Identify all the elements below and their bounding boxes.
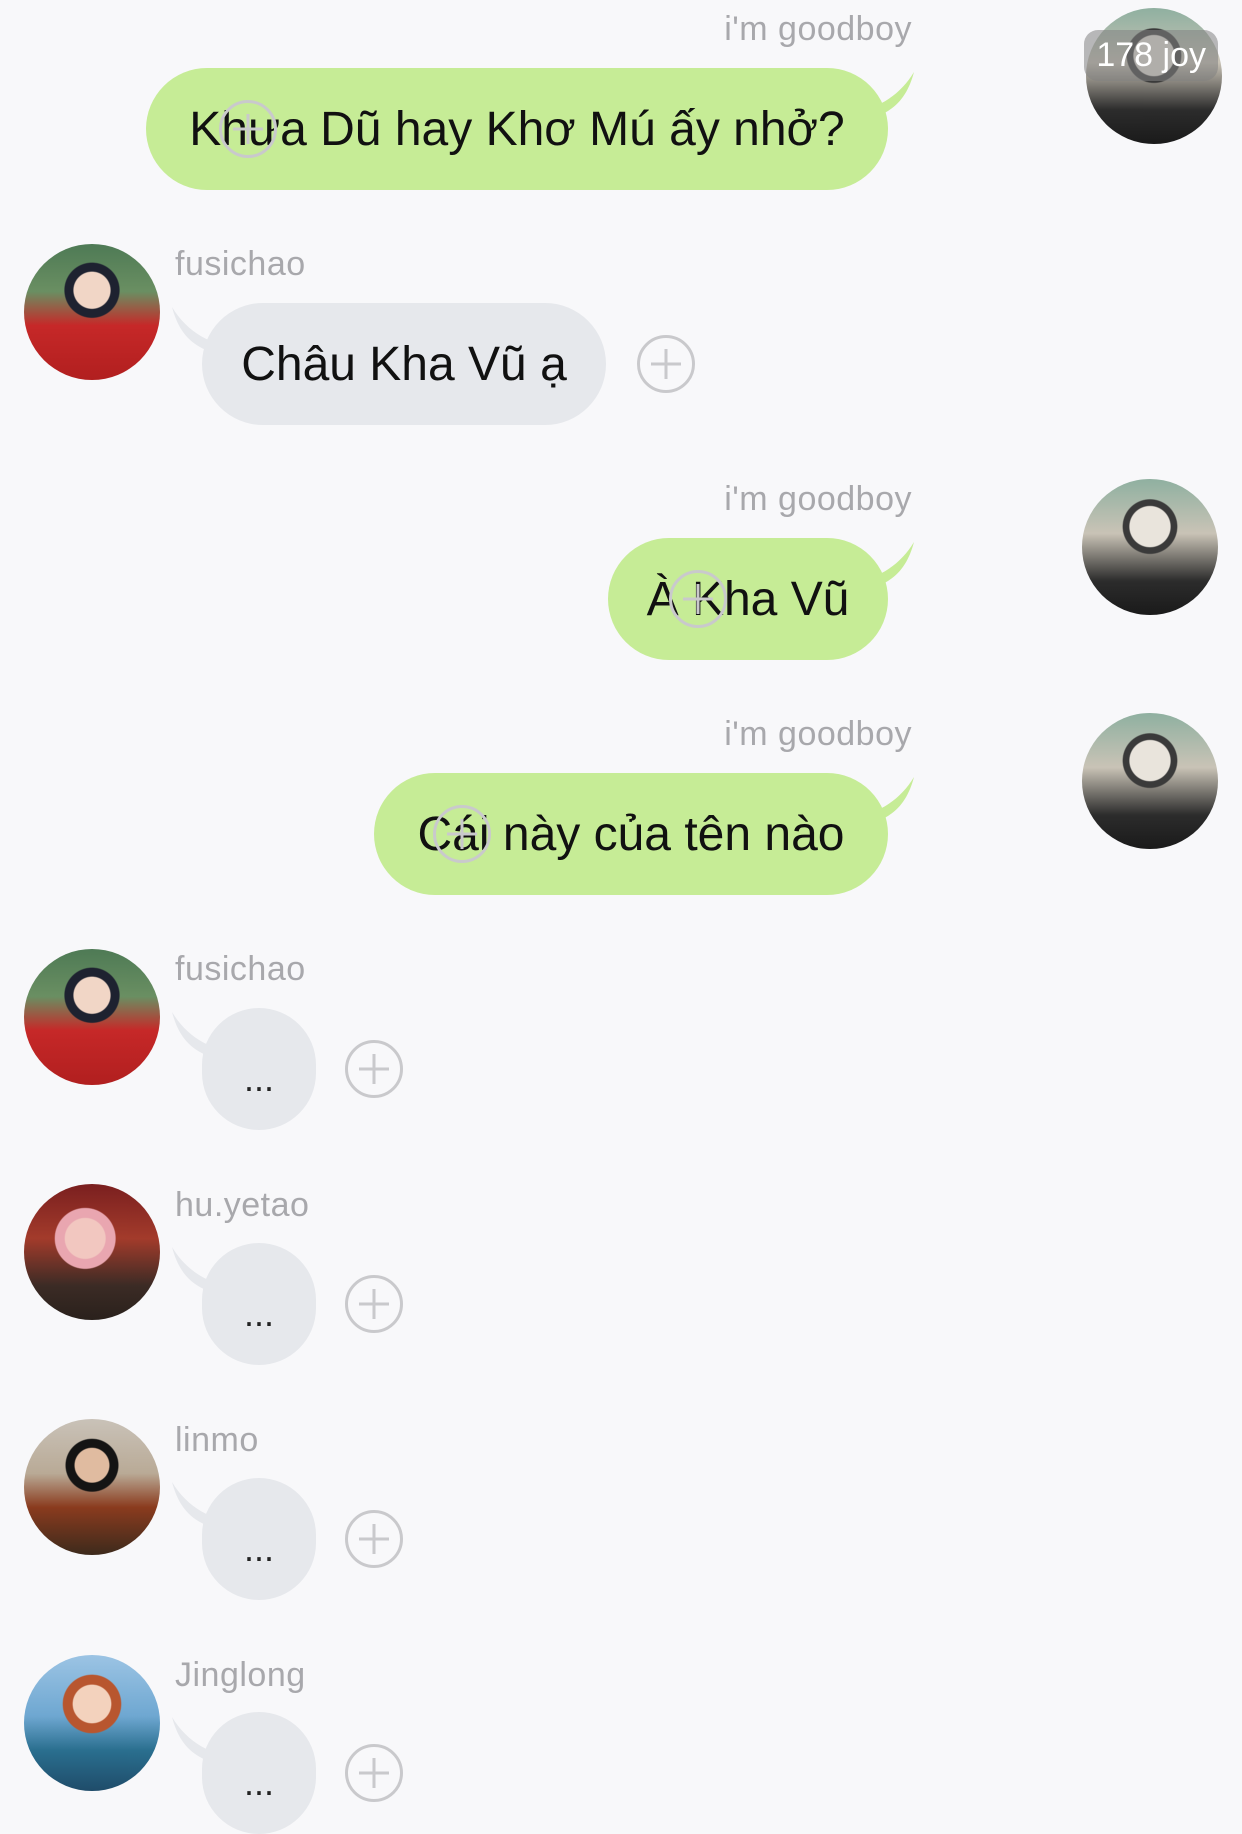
typing-indicator: ... (202, 1243, 316, 1365)
avatar[interactable] (1082, 713, 1218, 849)
sender-name: linmo (175, 1421, 259, 1459)
avatar[interactable] (1082, 479, 1218, 615)
sender-name: fusichao (175, 245, 306, 283)
avatar[interactable] (24, 949, 160, 1085)
message-bubble[interactable]: Châu Kha Vũ ạ (202, 303, 606, 425)
typing-indicator: ... (202, 1478, 316, 1600)
avatar[interactable] (24, 1419, 160, 1555)
sender-name: fusichao (175, 950, 306, 988)
sender-name: Jinglong (175, 1656, 306, 1694)
sender-name: i'm goodboy (724, 10, 912, 48)
add-reaction-button[interactable] (345, 1510, 403, 1568)
add-reaction-button[interactable] (433, 805, 491, 863)
typing-indicator: ... (202, 1712, 316, 1834)
message-bubble[interactable]: À Kha Vũ (608, 538, 888, 660)
avatar[interactable] (24, 1655, 160, 1791)
add-reaction-button[interactable] (669, 570, 727, 628)
add-reaction-button[interactable] (219, 100, 277, 158)
sender-name: hu.yetao (175, 1186, 310, 1224)
add-reaction-button[interactable] (345, 1275, 403, 1333)
joy-count-badge: 178 joy (1084, 30, 1218, 81)
avatar[interactable] (24, 1184, 160, 1320)
add-reaction-button[interactable] (345, 1040, 403, 1098)
sender-name: i'm goodboy (724, 715, 912, 753)
avatar[interactable] (24, 244, 160, 380)
add-reaction-button[interactable] (345, 1744, 403, 1802)
add-reaction-button[interactable] (637, 335, 695, 393)
typing-indicator: ... (202, 1008, 316, 1130)
sender-name: i'm goodboy (724, 480, 912, 518)
